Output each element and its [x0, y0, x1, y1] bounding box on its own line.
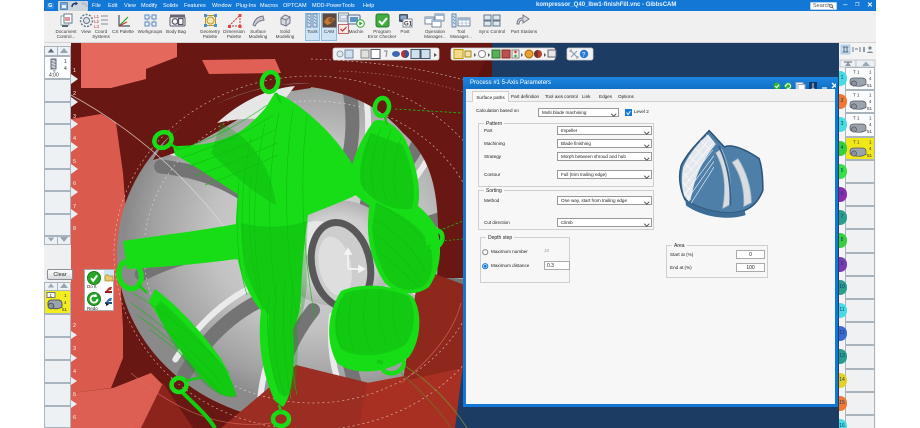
svg-text:1: 1	[869, 139, 872, 144]
svg-text:4: 4	[869, 99, 872, 104]
svg-text:L3: L3	[94, 24, 100, 28]
svg-text:2: 2	[73, 323, 76, 329]
svg-text:4:00: 4:00	[49, 73, 59, 79]
svg-text:T 1: T 1	[853, 93, 860, 98]
svg-text:3: 3	[73, 114, 76, 120]
svg-text:7: 7	[73, 204, 76, 210]
svg-text:4: 4	[64, 66, 67, 72]
svg-text:51: 51	[867, 83, 873, 88]
svg-text:2: 2	[73, 91, 76, 97]
svg-text:51: 51	[62, 307, 68, 312]
svg-text:1: 1	[869, 93, 872, 98]
svg-text:T 1: T 1	[853, 70, 860, 75]
svg-text:1: 1	[869, 70, 872, 75]
svg-text:4: 4	[869, 122, 872, 127]
svg-text:6: 6	[73, 415, 76, 421]
svg-text:T 1: T 1	[853, 116, 860, 121]
svg-text:8: 8	[73, 226, 76, 232]
svg-text:51: 51	[867, 106, 873, 111]
svg-text:1: 1	[64, 59, 67, 65]
svg-text:4: 4	[869, 146, 872, 151]
svg-text:51: 51	[867, 153, 873, 158]
svg-text:3: 3	[73, 346, 76, 352]
svg-text:6: 6	[73, 181, 76, 187]
svg-text:1: 1	[64, 293, 67, 298]
svg-text:T 1: T 1	[853, 139, 860, 144]
svg-text:51: 51	[867, 129, 873, 134]
svg-text:4: 4	[73, 369, 76, 375]
svg-text:G1: G1	[404, 22, 413, 28]
svg-text:4: 4	[64, 300, 67, 305]
svg-text:5: 5	[73, 392, 76, 398]
svg-text:5: 5	[73, 159, 76, 165]
svg-text:1: 1	[73, 68, 76, 74]
svg-text:4: 4	[73, 136, 76, 142]
svg-text:1: 1	[869, 116, 872, 121]
svg-text:4: 4	[869, 76, 872, 81]
